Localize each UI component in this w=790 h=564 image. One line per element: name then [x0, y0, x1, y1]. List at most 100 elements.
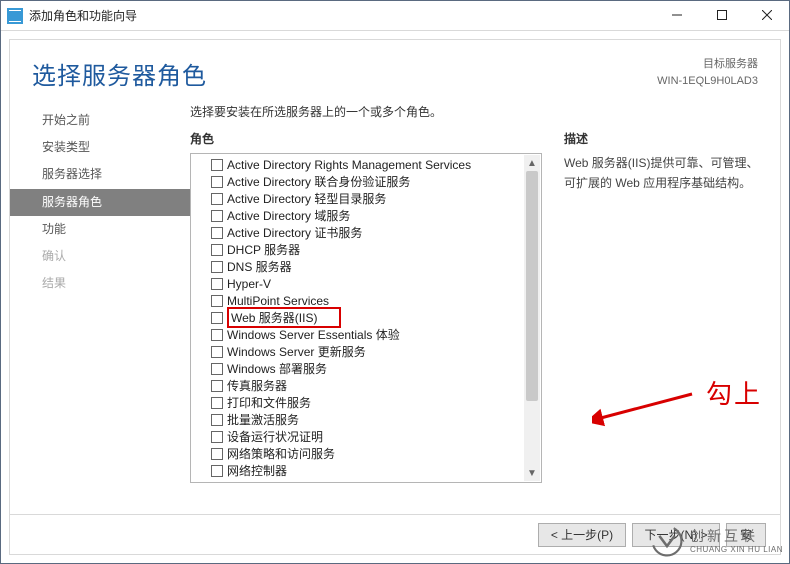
role-checkbox[interactable] [211, 193, 223, 205]
scrollbar[interactable]: ▲ ▼ [524, 155, 540, 481]
roles-scroll-area[interactable]: Active Directory Rights Management Servi… [195, 156, 523, 480]
content-column: 选择要安装在所选服务器上的一个或多个角色。 角色 Active Director… [190, 99, 780, 514]
wizard-inner: 选择服务器角色 目标服务器 WIN-1EQL9H0LAD3 开始之前安装类型服务… [9, 39, 781, 555]
role-checkbox[interactable] [211, 295, 223, 307]
two-panes: 角色 Active Directory Rights Management Se… [190, 130, 762, 483]
nav-item: 结果 [10, 270, 190, 297]
role-checkbox[interactable] [211, 312, 223, 324]
header-band: 选择服务器角色 目标服务器 WIN-1EQL9H0LAD3 [10, 40, 780, 99]
role-label: DHCP 服务器 [227, 241, 300, 258]
role-checkbox[interactable] [211, 159, 223, 171]
role-label: 文件和存储服务 (1 个已安装 , 共 12 个) [226, 479, 433, 480]
app-icon [7, 8, 23, 24]
role-row[interactable]: ▸文件和存储服务 (1 个已安装 , 共 12 个) [195, 479, 523, 480]
scroll-thumb[interactable] [526, 171, 538, 401]
role-label: Windows Server Essentials 体验 [227, 326, 400, 343]
role-label: Active Directory 域服务 [227, 207, 350, 224]
role-row[interactable]: 网络策略和访问服务 [195, 445, 523, 462]
role-label: 网络控制器 [227, 462, 287, 479]
scroll-up-icon[interactable]: ▲ [524, 155, 540, 171]
close-button[interactable] [744, 1, 789, 30]
role-row[interactable]: Hyper-V [195, 275, 523, 292]
role-row[interactable]: Windows 部署服务 [195, 360, 523, 377]
instruction-text: 选择要安装在所选服务器上的一个或多个角色。 [190, 103, 762, 120]
nav-column: 开始之前安装类型服务器选择服务器角色功能确认结果 [10, 99, 190, 514]
role-label: 打印和文件服务 [227, 394, 311, 411]
role-label: Active Directory Rights Management Servi… [227, 158, 471, 172]
role-row[interactable]: Windows Server 更新服务 [195, 343, 523, 360]
nav-item[interactable]: 开始之前 [10, 107, 190, 134]
role-row[interactable]: DNS 服务器 [195, 258, 523, 275]
description-pane: 描述 Web 服务器(IIS)提供可靠、可管理、可扩展的 Web 应用程序基础结… [564, 130, 762, 483]
role-row[interactable]: 设备运行状况证明 [195, 428, 523, 445]
role-row[interactable]: Active Directory 证书服务 [195, 224, 523, 241]
window-controls [654, 1, 789, 31]
description-label: 描述 [564, 130, 762, 147]
role-label: DNS 服务器 [227, 258, 292, 275]
role-checkbox[interactable] [211, 346, 223, 358]
role-checkbox[interactable] [211, 278, 223, 290]
role-label: Windows 部署服务 [227, 360, 327, 377]
target-server-label: 目标服务器 [657, 56, 758, 73]
roles-label: 角色 [190, 130, 542, 147]
role-label: 批量激活服务 [227, 411, 299, 428]
maximize-button[interactable] [699, 1, 744, 30]
install-button[interactable]: 安 [726, 523, 766, 547]
title-bar: 添加角色和功能向导 [1, 1, 789, 31]
roles-listbox: Active Directory Rights Management Servi… [190, 153, 542, 483]
role-checkbox[interactable] [211, 448, 223, 460]
role-row[interactable]: Active Directory 轻型目录服务 [195, 190, 523, 207]
next-button[interactable]: 下一步(N) > [632, 523, 720, 547]
role-checkbox[interactable] [211, 176, 223, 188]
role-label: Active Directory 轻型目录服务 [227, 190, 386, 207]
role-label: Windows Server 更新服务 [227, 343, 366, 360]
nav-item[interactable]: 安装类型 [10, 134, 190, 161]
target-server-value: WIN-1EQL9H0LAD3 [657, 73, 758, 90]
role-checkbox[interactable] [211, 363, 223, 375]
nav-item: 确认 [10, 243, 190, 270]
role-row[interactable]: Web 服务器(IIS) [195, 309, 523, 326]
role-checkbox[interactable] [211, 261, 223, 273]
role-label: 设备运行状况证明 [227, 428, 323, 445]
role-row[interactable]: Windows Server Essentials 体验 [195, 326, 523, 343]
prev-button[interactable]: < 上一步(P) [538, 523, 626, 547]
role-label: Active Directory 证书服务 [227, 224, 362, 241]
role-row[interactable]: 传真服务器 [195, 377, 523, 394]
scroll-down-icon[interactable]: ▼ [524, 465, 540, 481]
role-label: MultiPoint Services [227, 294, 329, 308]
nav-item[interactable]: 功能 [10, 216, 190, 243]
role-checkbox[interactable] [211, 227, 223, 239]
footer-row: < 上一步(P) 下一步(N) > 安 [10, 514, 780, 554]
window-title: 添加角色和功能向导 [29, 7, 137, 24]
title-left: 添加角色和功能向导 [7, 7, 137, 24]
role-row[interactable]: Active Directory 联合身份验证服务 [195, 173, 523, 190]
role-checkbox[interactable] [211, 431, 223, 443]
roles-pane: 角色 Active Directory Rights Management Se… [190, 130, 542, 483]
role-checkbox[interactable] [211, 329, 223, 341]
role-row[interactable]: 批量激活服务 [195, 411, 523, 428]
role-checkbox[interactable] [211, 244, 223, 256]
role-checkbox[interactable] [211, 380, 223, 392]
role-row[interactable]: DHCP 服务器 [195, 241, 523, 258]
role-label: Web 服务器(IIS) [227, 307, 341, 328]
role-checkbox[interactable] [211, 465, 223, 477]
role-row[interactable]: 网络控制器 [195, 462, 523, 479]
body-row: 开始之前安装类型服务器选择服务器角色功能确认结果 选择要安装在所选服务器上的一个… [10, 99, 780, 514]
nav-item[interactable]: 服务器角色 [10, 189, 190, 216]
role-label: 网络策略和访问服务 [227, 445, 335, 462]
role-checkbox[interactable] [211, 397, 223, 409]
minimize-button[interactable] [654, 1, 699, 30]
role-row[interactable]: Active Directory 域服务 [195, 207, 523, 224]
role-checkbox[interactable] [211, 414, 223, 426]
description-text: Web 服务器(IIS)提供可靠、可管理、可扩展的 Web 应用程序基础结构。 [564, 153, 762, 194]
nav-item[interactable]: 服务器选择 [10, 161, 190, 188]
wizard-window: 添加角色和功能向导 选择服务器角色 目标服务器 WIN-1EQL9H0LAD3 … [0, 0, 790, 564]
role-label: Hyper-V [227, 277, 271, 291]
page-title: 选择服务器角色 [32, 56, 207, 91]
role-row[interactable]: 打印和文件服务 [195, 394, 523, 411]
target-server-block: 目标服务器 WIN-1EQL9H0LAD3 [657, 56, 758, 89]
role-row[interactable]: Active Directory Rights Management Servi… [195, 156, 523, 173]
role-label: 传真服务器 [227, 377, 287, 394]
role-label: Active Directory 联合身份验证服务 [227, 173, 410, 190]
role-checkbox[interactable] [211, 210, 223, 222]
